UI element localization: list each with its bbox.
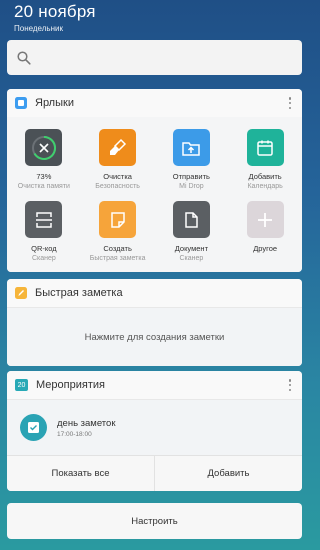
shortcut-sublabel: Безопасность (95, 183, 140, 190)
add-event-button[interactable]: Добавить (155, 456, 302, 491)
create-note-hint: Нажмите для создания заметки (84, 331, 225, 343)
note-event-icon (20, 414, 47, 441)
show-all-button[interactable]: Показать все (7, 456, 155, 491)
document-icon (172, 201, 210, 238)
shortcut-memory-clean[interactable]: 73% Очистка памяти (7, 129, 81, 201)
shortcut-cleaner[interactable]: Очистка Безопасность (81, 129, 155, 201)
qr-scan-icon (25, 201, 63, 238)
pencil-icon (15, 287, 27, 299)
memory-clean-icon (25, 129, 63, 166)
upload-folder-icon (172, 129, 210, 166)
quick-note-card: Быстрая заметка Нажмите для создания зам… (7, 279, 302, 366)
shortcuts-icon (15, 97, 27, 109)
date-header: 20 ноября Понедельник (14, 2, 96, 33)
events-header: 20 Мероприятия (7, 371, 302, 399)
shortcuts-header: Ярлыки (7, 89, 302, 117)
event-item[interactable]: день заметок 17:00-18:00 (7, 399, 302, 455)
event-time: 17:00-18:00 (57, 430, 92, 438)
note-icon (99, 201, 137, 238)
event-title: день заметок (57, 417, 116, 429)
shortcut-label: Добавить (248, 172, 282, 181)
shortcut-calendar[interactable]: Добавить Календарь (228, 129, 302, 201)
shortcut-sublabel: Сканер (31, 255, 56, 262)
search-icon (17, 50, 31, 65)
shortcut-quick-note[interactable]: Создать Быстрая заметка (81, 201, 155, 272)
shortcut-sublabel: Календарь (247, 183, 283, 190)
shortcuts-menu-icon[interactable] (288, 97, 292, 109)
shortcut-label: Другое (253, 244, 278, 253)
quick-note-title: Быстрая заметка (35, 287, 123, 299)
shortcut-label: Создать (103, 244, 132, 253)
shortcut-sublabel: Быстрая заметка (89, 255, 146, 262)
events-menu-icon[interactable] (288, 379, 292, 391)
calendar-badge-icon: 20 (15, 379, 28, 391)
events-card: 20 Мероприятия день заметок 17:00-18:00 … (7, 371, 302, 491)
calendar-icon (246, 129, 284, 166)
search-bar[interactable] (7, 40, 302, 75)
events-actions: Показать все Добавить (7, 455, 302, 491)
shortcut-label: QR-код (31, 244, 57, 253)
shortcuts-title: Ярлыки (35, 97, 74, 109)
shortcut-label: Документ (174, 244, 209, 253)
shortcut-sublabel: Очистка памяти (17, 183, 70, 190)
shortcut-label: 73% (36, 172, 52, 181)
shortcuts-grid: 73% Очистка памяти Очистка Безопасность … (7, 117, 302, 272)
weekday-label: Понедельник (14, 24, 63, 33)
create-note-area[interactable]: Нажмите для создания заметки (7, 307, 302, 366)
shortcut-mi-drop[interactable]: Отправить Mi Drop (155, 129, 229, 201)
events-title: Мероприятия (36, 379, 105, 391)
broom-icon (99, 129, 137, 166)
plus-icon (246, 201, 284, 238)
date-label: 20 ноября (14, 2, 96, 21)
shortcut-qr-scanner[interactable]: QR-код Сканер (7, 201, 81, 272)
shortcut-other[interactable]: Другое (228, 201, 302, 272)
shortcut-document-scanner[interactable]: Документ Сканер (155, 201, 229, 272)
shortcut-label: Очистка (103, 172, 132, 181)
shortcuts-card: Ярлыки 73% Очистка памяти Очистка Безопа… (7, 89, 302, 272)
shortcut-label: Отправить (172, 172, 210, 181)
configure-button[interactable]: Настроить (7, 503, 302, 539)
quick-note-header: Быстрая заметка (7, 279, 302, 307)
shortcut-sublabel: Mi Drop (179, 183, 204, 190)
shortcut-sublabel: Сканер (179, 255, 204, 262)
